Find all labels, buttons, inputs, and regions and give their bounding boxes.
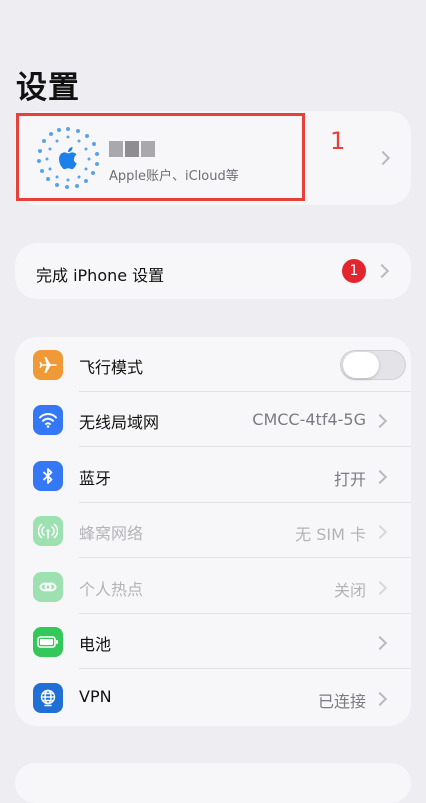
notification-badge: 1 — [342, 259, 366, 283]
finish-setup-label: 完成 iPhone 设置 — [36, 266, 165, 285]
settings-row-bluetooth[interactable]: 蓝牙 打开 — [15, 448, 411, 503]
settings-row-value: 打开 — [333, 470, 366, 489]
annotation-number: 1 — [330, 127, 346, 155]
settings-row-label: 飞行模式 — [79, 358, 144, 377]
settings-row-value: 关闭 — [333, 581, 366, 600]
settings-row-value: 已连接 — [317, 692, 366, 711]
page-title: 设置 — [16, 70, 80, 106]
chevron-right-icon — [372, 635, 388, 651]
bluetooth-icon — [33, 461, 63, 491]
battery-icon — [33, 627, 63, 657]
airplane-icon — [33, 350, 63, 380]
chevron-right-icon — [372, 413, 388, 429]
antenna-icon — [33, 516, 63, 546]
settings-row-airplane[interactable]: 飞行模式 — [15, 337, 411, 392]
settings-row-value: CMCC-4tf4-5G — [252, 410, 366, 429]
annotation-highlight-box — [16, 113, 305, 201]
settings-row-label: 蓝牙 — [79, 469, 112, 488]
airplane-mode-toggle[interactable] — [340, 350, 406, 380]
chevron-right-icon — [372, 469, 388, 485]
settings-row-label: 蜂窝网络 — [79, 524, 144, 543]
settings-row-label: 无线局域网 — [79, 413, 160, 432]
globe-icon — [33, 683, 63, 713]
settings-row-label: VPN — [79, 687, 112, 706]
settings-row-hotspot[interactable]: 个人热点 关闭 — [15, 559, 411, 614]
settings-row-wifi[interactable]: 无线局域网 CMCC-4tf4-5G — [15, 392, 411, 447]
chevron-right-icon — [372, 524, 388, 540]
next-settings-group — [15, 763, 411, 803]
link-icon — [33, 572, 63, 602]
wifi-icon — [33, 405, 63, 435]
settings-row-value: 无 SIM 卡 — [295, 525, 366, 544]
settings-row-battery[interactable]: 电池 — [15, 614, 411, 669]
chevron-right-icon — [372, 580, 388, 596]
settings-row-label: 电池 — [79, 635, 112, 654]
settings-row-cellular[interactable]: 蜂窝网络 无 SIM 卡 — [15, 503, 411, 558]
chevron-right-icon — [372, 691, 388, 707]
settings-row-vpn[interactable]: VPN 已连接 — [15, 670, 411, 725]
settings-row-label: 个人热点 — [79, 580, 144, 599]
